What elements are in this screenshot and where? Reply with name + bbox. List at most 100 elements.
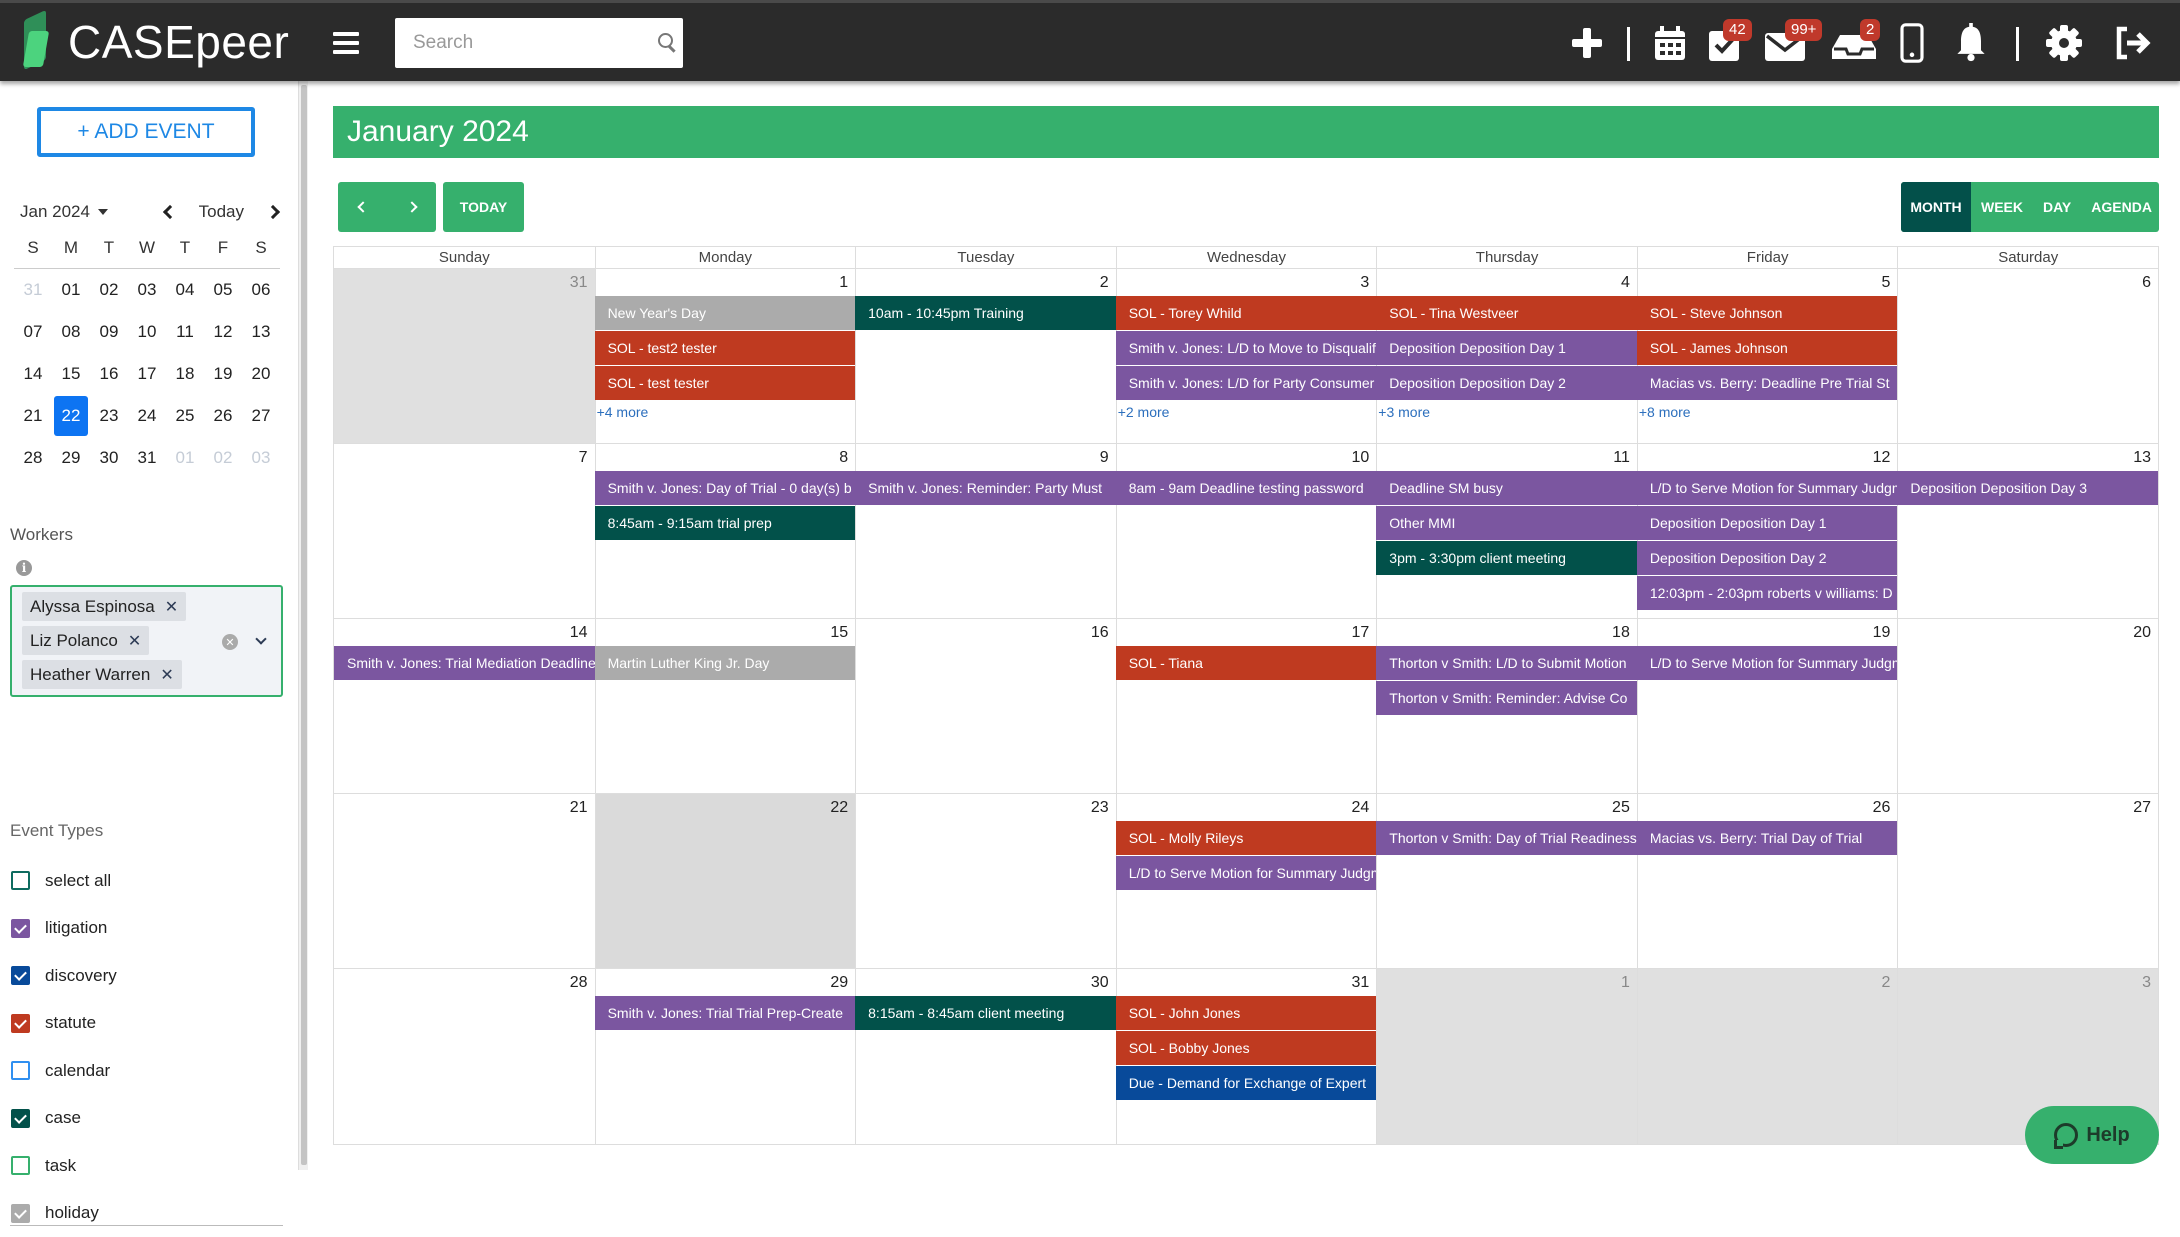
- day-number[interactable]: 6: [1897, 269, 2158, 296]
- event-case[interactable]: 3pm - 3:30pm client meeting: [1376, 541, 1637, 575]
- scrollbar-thumb[interactable]: [301, 85, 307, 1165]
- mini-day[interactable]: 05: [206, 270, 240, 310]
- mini-day[interactable]: 15: [54, 354, 88, 394]
- event-type-litigation[interactable]: litigation: [10, 905, 283, 953]
- workers-multiselect[interactable]: Alyssa Espinosa✕Liz Polanco✕Heather Warr…: [10, 585, 283, 697]
- view-day-button[interactable]: DAY: [2033, 182, 2081, 232]
- mini-day[interactable]: 30: [92, 438, 126, 478]
- mini-day[interactable]: 11: [168, 312, 202, 352]
- day-number[interactable]: 10: [1116, 444, 1377, 471]
- day-number[interactable]: 28: [334, 969, 595, 996]
- mini-day[interactable]: 10: [130, 312, 164, 352]
- mini-day[interactable]: 31: [130, 438, 164, 478]
- remove-worker-icon[interactable]: ✕: [160, 665, 173, 685]
- mini-day-selected[interactable]: 22: [54, 396, 88, 436]
- view-month-button[interactable]: MONTH: [1901, 182, 1971, 232]
- event-statute[interactable]: SOL - test tester: [595, 366, 856, 400]
- day-number[interactable]: 1: [1376, 969, 1637, 996]
- event-type-select-all[interactable]: select all: [10, 857, 283, 905]
- event-litigation[interactable]: Macias vs. Berry: Deadline Pre Trial St: [1637, 366, 1898, 400]
- mini-next-month-icon[interactable]: [266, 205, 280, 219]
- event-statute[interactable]: SOL - John Jones: [1116, 996, 1377, 1030]
- mini-day[interactable]: 13: [244, 312, 278, 352]
- event-discovery[interactable]: Due - Demand for Exchange of Expert: [1116, 1066, 1377, 1100]
- inbox-icon[interactable]: 2: [1830, 23, 1878, 63]
- day-number[interactable]: 2: [855, 269, 1116, 296]
- mini-day[interactable]: 21: [16, 396, 50, 436]
- show-more-link[interactable]: +3 more: [1376, 401, 1637, 423]
- mobile-icon[interactable]: [1897, 23, 1927, 63]
- event-case[interactable]: 8:45am - 9:15am trial prep: [595, 506, 856, 540]
- event-litigation[interactable]: Deposition Deposition Day 2: [1637, 541, 1898, 575]
- day-number[interactable]: 16: [855, 619, 1116, 646]
- event-litigation[interactable]: 8am - 9am Deadline testing password: [1116, 471, 1377, 505]
- event-statute[interactable]: SOL - test2 tester: [595, 331, 856, 365]
- event-litigation[interactable]: Deposition Deposition Day 1: [1376, 331, 1637, 365]
- event-litigation[interactable]: Deadline SM busy: [1376, 471, 1637, 505]
- add-event-button[interactable]: + ADD EVENT: [37, 107, 255, 157]
- event-litigation[interactable]: Smith v. Jones: Trial Trial Prep-Create: [595, 996, 856, 1030]
- mini-day[interactable]: 07: [16, 312, 50, 352]
- clear-workers-icon[interactable]: ✕: [222, 634, 238, 650]
- mini-day[interactable]: 02: [92, 270, 126, 310]
- day-number[interactable]: 18: [1376, 619, 1637, 646]
- event-litigation[interactable]: 12:03pm - 2:03pm roberts v williams: D: [1637, 576, 1898, 610]
- event-case[interactable]: 8:15am - 8:45am client meeting: [855, 996, 1116, 1030]
- day-number[interactable]: 29: [595, 969, 856, 996]
- mini-day[interactable]: 08: [54, 312, 88, 352]
- checkbox[interactable]: [11, 1156, 30, 1175]
- day-number[interactable]: 17: [1116, 619, 1377, 646]
- prev-month-button[interactable]: [343, 182, 383, 232]
- mini-day[interactable]: 03: [130, 270, 164, 310]
- event-litigation[interactable]: Smith v. Jones: L/D for Party Consumer: [1116, 366, 1377, 400]
- mini-today-button[interactable]: Today: [199, 202, 244, 222]
- day-number[interactable]: 14: [334, 619, 595, 646]
- mini-day[interactable]: 01: [168, 438, 202, 478]
- event-litigation[interactable]: Deposition Deposition Day 2: [1376, 366, 1637, 400]
- mini-day[interactable]: 09: [92, 312, 126, 352]
- event-litigation[interactable]: L/D to Serve Motion for Summary Judgment: [1637, 471, 1898, 505]
- day-number[interactable]: 31: [334, 269, 595, 296]
- mini-day[interactable]: 16: [92, 354, 126, 394]
- event-statute[interactable]: SOL - Tina Westveer: [1376, 296, 1637, 330]
- day-number[interactable]: 21: [334, 794, 595, 821]
- event-statute[interactable]: SOL - Tiana: [1116, 646, 1377, 680]
- mini-day[interactable]: 14: [16, 354, 50, 394]
- day-number[interactable]: 22: [595, 794, 856, 821]
- event-litigation[interactable]: Smith v. Jones: Trial Mediation Deadline: [334, 646, 595, 680]
- mini-day[interactable]: 06: [244, 270, 278, 310]
- search-icon[interactable]: [658, 33, 665, 53]
- event-litigation[interactable]: Smith v. Jones: L/D to Move to Disqualif…: [1116, 331, 1377, 365]
- day-number[interactable]: 3: [1897, 969, 2158, 996]
- mail-icon[interactable]: 99+: [1763, 23, 1807, 63]
- event-litigation[interactable]: Other MMI: [1376, 506, 1637, 540]
- day-number[interactable]: 7: [334, 444, 595, 471]
- day-number[interactable]: 31: [1116, 969, 1377, 996]
- event-litigation[interactable]: Macias vs. Berry: Trial Day of Trial: [1637, 821, 1898, 855]
- day-number[interactable]: 25: [1376, 794, 1637, 821]
- event-litigation[interactable]: Deposition Deposition Day 1: [1637, 506, 1898, 540]
- event-litigation[interactable]: Smith v. Jones: Reminder: Party Must: [855, 471, 1116, 505]
- bell-icon[interactable]: [1951, 23, 1991, 63]
- help-button[interactable]: Help: [2025, 1106, 2159, 1164]
- mini-day[interactable]: 18: [168, 354, 202, 394]
- sidebar-scrollbar[interactable]: [298, 81, 308, 1170]
- checkbox[interactable]: [11, 1014, 30, 1033]
- mini-day[interactable]: 01: [54, 270, 88, 310]
- day-number[interactable]: 20: [1897, 619, 2158, 646]
- event-type-calendar[interactable]: calendar: [10, 1047, 283, 1095]
- checkbox[interactable]: [11, 919, 30, 938]
- day-number[interactable]: 23: [855, 794, 1116, 821]
- event-statute[interactable]: SOL - Bobby Jones: [1116, 1031, 1377, 1065]
- event-type-task[interactable]: task: [10, 1142, 283, 1190]
- day-number[interactable]: 8: [595, 444, 856, 471]
- mini-day[interactable]: 19: [206, 354, 240, 394]
- event-type-case[interactable]: case: [10, 1095, 283, 1143]
- mini-day[interactable]: 29: [54, 438, 88, 478]
- event-statute[interactable]: SOL - James Johnson: [1637, 331, 1898, 365]
- mini-day[interactable]: 04: [168, 270, 202, 310]
- mini-day[interactable]: 20: [244, 354, 278, 394]
- day-number[interactable]: 3: [1116, 269, 1377, 296]
- day-number[interactable]: 15: [595, 619, 856, 646]
- checkbox[interactable]: [11, 1109, 30, 1128]
